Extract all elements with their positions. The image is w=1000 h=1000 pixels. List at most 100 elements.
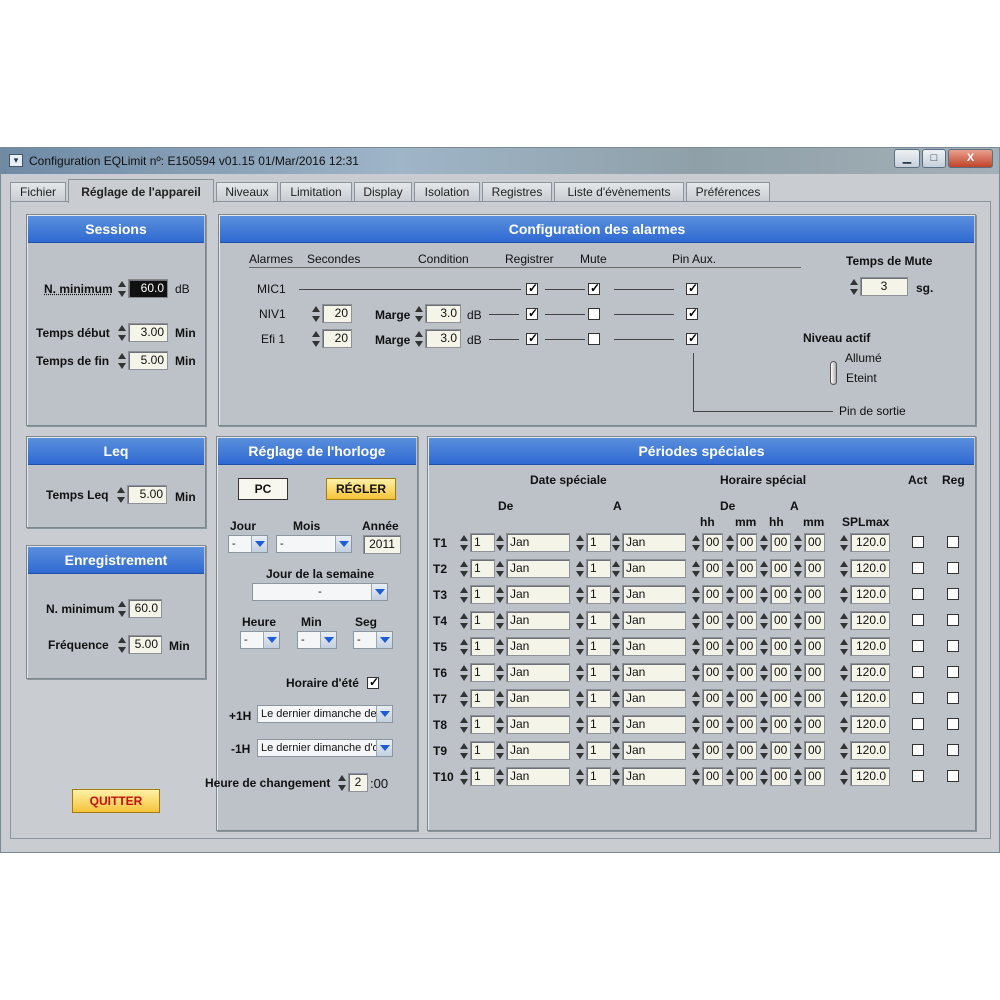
- period-hh-from-field[interactable]: 00: [702, 559, 723, 578]
- period-mm-from-spinner[interactable]: [725, 741, 735, 761]
- period-day-to-field[interactable]: 1: [586, 611, 611, 630]
- period-day-to-field[interactable]: 1: [586, 767, 611, 786]
- period-mm-to-spinner[interactable]: [793, 585, 803, 605]
- period-hh-from-spinner[interactable]: [691, 533, 701, 553]
- period-day-to-spinner[interactable]: [575, 663, 585, 683]
- period-splmax-field[interactable]: 120.0: [850, 767, 890, 786]
- period-month-to-spinner[interactable]: [611, 611, 621, 631]
- pc-button[interactable]: PC: [238, 478, 288, 500]
- period-hh-to-field[interactable]: 00: [770, 741, 791, 760]
- period-splmax-spinner[interactable]: [839, 663, 849, 683]
- efi1-sec-field[interactable]: 20: [322, 329, 352, 348]
- period-month-to-field[interactable]: Jan: [622, 689, 686, 708]
- period-splmax-field[interactable]: 120.0: [850, 663, 890, 682]
- niv1-sec-field[interactable]: 20: [322, 304, 352, 323]
- period-reg-checkbox[interactable]: [947, 536, 959, 548]
- period-day-to-spinner[interactable]: [575, 559, 585, 579]
- period-day-to-field[interactable]: 1: [586, 559, 611, 578]
- period-hh-from-spinner[interactable]: [691, 767, 701, 787]
- period-splmax-field[interactable]: 120.0: [850, 533, 890, 552]
- period-mm-from-field[interactable]: 00: [736, 715, 757, 734]
- period-reg-checkbox[interactable]: [947, 562, 959, 574]
- period-splmax-spinner[interactable]: [839, 767, 849, 787]
- period-month-to-spinner[interactable]: [611, 533, 621, 553]
- period-day-to-spinner[interactable]: [575, 533, 585, 553]
- mois-select[interactable]: -: [276, 535, 352, 553]
- period-day-from-spinner[interactable]: [459, 559, 469, 579]
- period-month-to-field[interactable]: Jan: [622, 533, 686, 552]
- period-act-checkbox[interactable]: [912, 744, 924, 756]
- enreg-nmin-field[interactable]: 60.0: [128, 599, 162, 618]
- period-mm-from-field[interactable]: 00: [736, 559, 757, 578]
- tab-registres[interactable]: Registres: [482, 182, 552, 202]
- period-splmax-field[interactable]: 120.0: [850, 611, 890, 630]
- period-month-from-spinner[interactable]: [495, 715, 505, 735]
- period-act-checkbox[interactable]: [912, 692, 924, 704]
- period-splmax-spinner[interactable]: [839, 533, 849, 553]
- period-act-checkbox[interactable]: [912, 588, 924, 600]
- period-mm-to-spinner[interactable]: [793, 741, 803, 761]
- niv1-marge-field[interactable]: 3.0: [425, 304, 461, 323]
- tab-liste-evenements[interactable]: Liste d'évènements: [554, 182, 684, 202]
- period-hh-to-spinner[interactable]: [759, 689, 769, 709]
- period-month-from-field[interactable]: Jan: [506, 559, 570, 578]
- annee-field[interactable]: 2011: [363, 535, 401, 554]
- period-mm-from-field[interactable]: 00: [736, 585, 757, 604]
- period-hh-from-spinner[interactable]: [691, 741, 701, 761]
- period-hh-from-spinner[interactable]: [691, 585, 701, 605]
- period-day-from-field[interactable]: 1: [470, 585, 495, 604]
- tab-limitation[interactable]: Limitation: [280, 182, 352, 202]
- period-reg-checkbox[interactable]: [947, 770, 959, 782]
- tab-fichier[interactable]: Fichier: [10, 182, 66, 202]
- period-reg-checkbox[interactable]: [947, 692, 959, 704]
- period-mm-to-spinner[interactable]: [793, 559, 803, 579]
- niv1-registrer-checkbox[interactable]: [526, 306, 538, 320]
- efi1-marge-spinner[interactable]: [414, 329, 424, 349]
- period-hh-to-spinner[interactable]: [759, 741, 769, 761]
- period-splmax-spinner[interactable]: [839, 611, 849, 631]
- plus1h-select[interactable]: Le dernier dimanche de: [257, 705, 393, 723]
- minimize-button[interactable]: ▁: [894, 149, 920, 168]
- period-hh-to-field[interactable]: 00: [770, 767, 791, 786]
- period-month-from-field[interactable]: Jan: [506, 689, 570, 708]
- period-month-from-spinner[interactable]: [495, 741, 505, 761]
- niveau-actif-toggle[interactable]: [830, 361, 837, 385]
- period-day-from-spinner[interactable]: [459, 715, 469, 735]
- efi1-registrer-checkbox[interactable]: [526, 331, 538, 345]
- period-hh-from-field[interactable]: 00: [702, 689, 723, 708]
- period-hh-to-spinner[interactable]: [759, 767, 769, 787]
- heure-select[interactable]: -: [240, 631, 280, 649]
- temps-debut-field[interactable]: 3.00: [128, 323, 168, 342]
- period-splmax-field[interactable]: 120.0: [850, 585, 890, 604]
- period-mm-to-field[interactable]: 00: [804, 533, 825, 552]
- period-day-to-spinner[interactable]: [575, 767, 585, 787]
- period-hh-to-field[interactable]: 00: [770, 585, 791, 604]
- period-mm-to-field[interactable]: 00: [804, 663, 825, 682]
- period-splmax-spinner[interactable]: [839, 585, 849, 605]
- period-act-checkbox[interactable]: [912, 770, 924, 782]
- period-mm-to-field[interactable]: 00: [804, 741, 825, 760]
- period-day-from-field[interactable]: 1: [470, 611, 495, 630]
- quitter-button[interactable]: QUITTER: [72, 789, 160, 813]
- period-act-checkbox[interactable]: [912, 536, 924, 548]
- period-hh-from-spinner[interactable]: [691, 611, 701, 631]
- period-month-to-spinner[interactable]: [611, 585, 621, 605]
- period-reg-checkbox[interactable]: [947, 588, 959, 600]
- temps-debut-spinner[interactable]: [117, 323, 127, 343]
- period-day-from-field[interactable]: 1: [470, 559, 495, 578]
- tab-reglage-appareil[interactable]: Réglage de l'appareil: [68, 179, 214, 203]
- period-month-to-field[interactable]: Jan: [622, 741, 686, 760]
- period-day-from-field[interactable]: 1: [470, 767, 495, 786]
- period-month-to-spinner[interactable]: [611, 715, 621, 735]
- period-day-from-field[interactable]: 1: [470, 533, 495, 552]
- period-day-from-spinner[interactable]: [459, 585, 469, 605]
- period-month-from-spinner[interactable]: [495, 611, 505, 631]
- period-mm-from-spinner[interactable]: [725, 533, 735, 553]
- period-hh-to-spinner[interactable]: [759, 533, 769, 553]
- period-month-from-spinner[interactable]: [495, 689, 505, 709]
- period-day-to-spinner[interactable]: [575, 637, 585, 657]
- period-month-from-field[interactable]: Jan: [506, 663, 570, 682]
- maximize-button[interactable]: □: [922, 149, 946, 168]
- period-mm-from-field[interactable]: 00: [736, 533, 757, 552]
- period-mm-to-spinner[interactable]: [793, 637, 803, 657]
